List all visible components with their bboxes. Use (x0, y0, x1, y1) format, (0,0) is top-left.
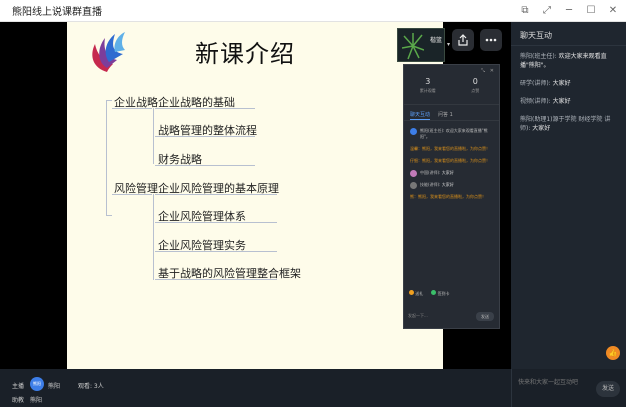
maximize-icon[interactable]: ☐ (584, 4, 598, 18)
minimize-icon[interactable]: ─ (562, 4, 576, 18)
list-item: 仔细：熊阳，我来看您的直播啦，为你点赞！ (404, 155, 499, 167)
message-author: 熊阳(班主任): (520, 53, 557, 60)
message-text: 熊：熊阳，我来看您的直播啦，为你点赞！ (410, 194, 486, 199)
avatar (410, 128, 417, 135)
list-item: 视频(讲师): 大家好 (511, 97, 626, 106)
branch-1-label: 企业战略 (114, 96, 158, 109)
gift-label: 送礼 (415, 291, 424, 296)
assistant-label: 助教 (12, 397, 25, 404)
message-author: 技能(讲师): (420, 182, 441, 187)
host-name: 熊阳 (48, 383, 61, 390)
branch-2-bracket (153, 194, 154, 280)
send-button[interactable]: 发送 (596, 381, 620, 397)
stat-likes-number: 0 (472, 77, 478, 86)
checkin-button[interactable]: 签到卡 (431, 290, 450, 297)
picture-in-picture-icon[interactable]: ⧉ (518, 4, 532, 18)
shrink-icon[interactable]: ⤡ (481, 68, 485, 74)
list-item: 研学(讲师): 大家好 (511, 79, 626, 88)
popup-send-button[interactable]: 发送 (476, 312, 494, 321)
chevron-down-icon[interactable]: ▾ (447, 41, 450, 48)
viewer-count: 观看: 3人 (78, 383, 104, 390)
more-button[interactable] (480, 29, 502, 51)
list-item: 熊：熊阳，我来看您的直播啦，为你点赞！ (404, 191, 499, 203)
message-text: 大家好 (552, 80, 571, 87)
host-info-bar: 主播 熊阳 熊阳 观看: 3人 助教 熊阳 (0, 369, 511, 407)
like-button[interactable]: 👍 (606, 346, 620, 360)
root-bracket (106, 100, 107, 215)
host-label: 主播 (12, 383, 25, 390)
message-text: 仔细：熊阳，我来看您的直播啦，为你点赞！ (410, 158, 490, 163)
popup-input[interactable]: 发起一下... (408, 310, 468, 322)
window-controls: ⧉ ⤢ ─ ☐ ✕ (518, 4, 620, 18)
message-author: 中国(讲师): (420, 170, 441, 175)
topic-underline (155, 194, 277, 195)
chat-panel: 聊天互动 熊阳(班主任): 欢迎大家来观看直播"熊阳"。 研学(讲师): 大家好… (511, 22, 626, 369)
message-author: 熊阳(班主任): (420, 128, 445, 133)
message-text: 大家好 (441, 170, 454, 175)
chat-message-list: 熊阳(班主任): 欢迎大家来观看直播"熊阳"。 研学(讲师): 大家好 视频(讲… (511, 46, 626, 133)
topic-underline (155, 251, 277, 252)
avatar (410, 182, 417, 189)
thumbs-up-icon: 👍 (608, 349, 618, 357)
message-text: 大家好 (552, 98, 571, 105)
slide: 新课介绍 企业战略 风险管理 企业战略的基础 战略管理的整体流程 财务战略 企业… (67, 22, 443, 369)
branch-2-label: 风险管理 (114, 182, 158, 195)
share-icon (458, 34, 468, 46)
list-item: 技能(讲师): 大家好 (404, 179, 499, 191)
stat-likes: 0 点赞 (452, 77, 500, 104)
checkin-icon (431, 290, 437, 295)
message-text: 大家好 (532, 125, 551, 132)
message-author: 视频(讲师): (520, 98, 551, 105)
more-icon (485, 38, 497, 42)
root-connector-bottom (106, 215, 112, 216)
avatar (410, 170, 417, 177)
topic-underline (155, 136, 255, 137)
tab-qa[interactable]: 问答 1 (438, 111, 453, 120)
webcam-plant-image (402, 33, 424, 60)
stat-views-number: 3 (425, 77, 431, 86)
popup-tabs: 聊天互动 问答 1 (404, 105, 499, 121)
chat-input[interactable]: 快来和大家一起互动吧 (518, 377, 578, 386)
popup-footer: 送礼 签到卡 发起一下... 发送 (404, 288, 499, 328)
message-text: 温馨：熊阳，我来看您的直播啦，为你点赞！ (410, 146, 490, 151)
root-connector-top (106, 100, 112, 101)
stat-views-label: 累计观看 (419, 88, 436, 93)
topic-underline (155, 279, 277, 280)
fullscreen-icon[interactable]: ⤢ (540, 4, 554, 18)
checkin-label: 签到卡 (437, 291, 450, 296)
gift-button[interactable]: 送礼 (409, 290, 423, 297)
stat-likes-label: 点赞 (471, 88, 480, 93)
branch-1-bracket (153, 108, 154, 164)
message-author: 研学(讲师): (520, 80, 551, 87)
close-icon[interactable]: ✕ (606, 4, 620, 18)
message-text: 大家好 (441, 182, 454, 187)
share-button[interactable] (452, 29, 474, 51)
school-logo (92, 32, 125, 72)
list-item: 熊阳(班主任): 欢迎大家来观看直播"熊阳"。 (404, 125, 499, 143)
list-item: 熊阳(班主任): 欢迎大家来观看直播"熊阳"。 (511, 52, 626, 70)
window-title: 熊阳线上说课群直播 (12, 7, 102, 18)
slide-title: 新课介绍 (195, 40, 295, 68)
list-item: 温馨：熊阳，我来看您的直播啦，为你点赞！ (404, 143, 499, 155)
chat-panel-header: 聊天互动 (511, 22, 626, 46)
stat-views: 3 累计观看 (404, 77, 452, 104)
window-titlebar: 熊阳线上说课群直播 ⧉ ⤢ ─ ☐ ✕ (0, 0, 626, 22)
topic-underline (155, 222, 277, 223)
popup-message-list: 熊阳(班主任): 欢迎大家来观看直播"熊阳"。 温馨：熊阳，我来看您的直播啦，为… (404, 121, 499, 203)
topic-underline (155, 165, 255, 166)
avatar: 熊阳 (30, 377, 44, 391)
gift-icon (409, 290, 414, 295)
topic-underline (155, 108, 255, 109)
assistant-name: 熊阳 (30, 397, 43, 404)
webcam-label: 楷篮 (429, 37, 442, 44)
chat-input-bar: 快来和大家一起互动吧 发送 (511, 369, 626, 407)
tab-chat[interactable]: 聊天互动 (410, 111, 431, 120)
close-icon[interactable]: ✕ (490, 68, 494, 74)
webcam-thumbnail[interactable]: 楷篮 ▾ (397, 28, 450, 62)
list-item: 熊阳(助理1)源于学院 财经学院 讲师): 大家好 (511, 115, 626, 133)
chat-popup[interactable]: ⤡ ✕ 3 累计观看 0 点赞 聊天互动 问答 1 熊阳(班主任): 欢迎大家来… (403, 64, 500, 329)
list-item: 中国(讲师): 大家好 (404, 167, 499, 179)
